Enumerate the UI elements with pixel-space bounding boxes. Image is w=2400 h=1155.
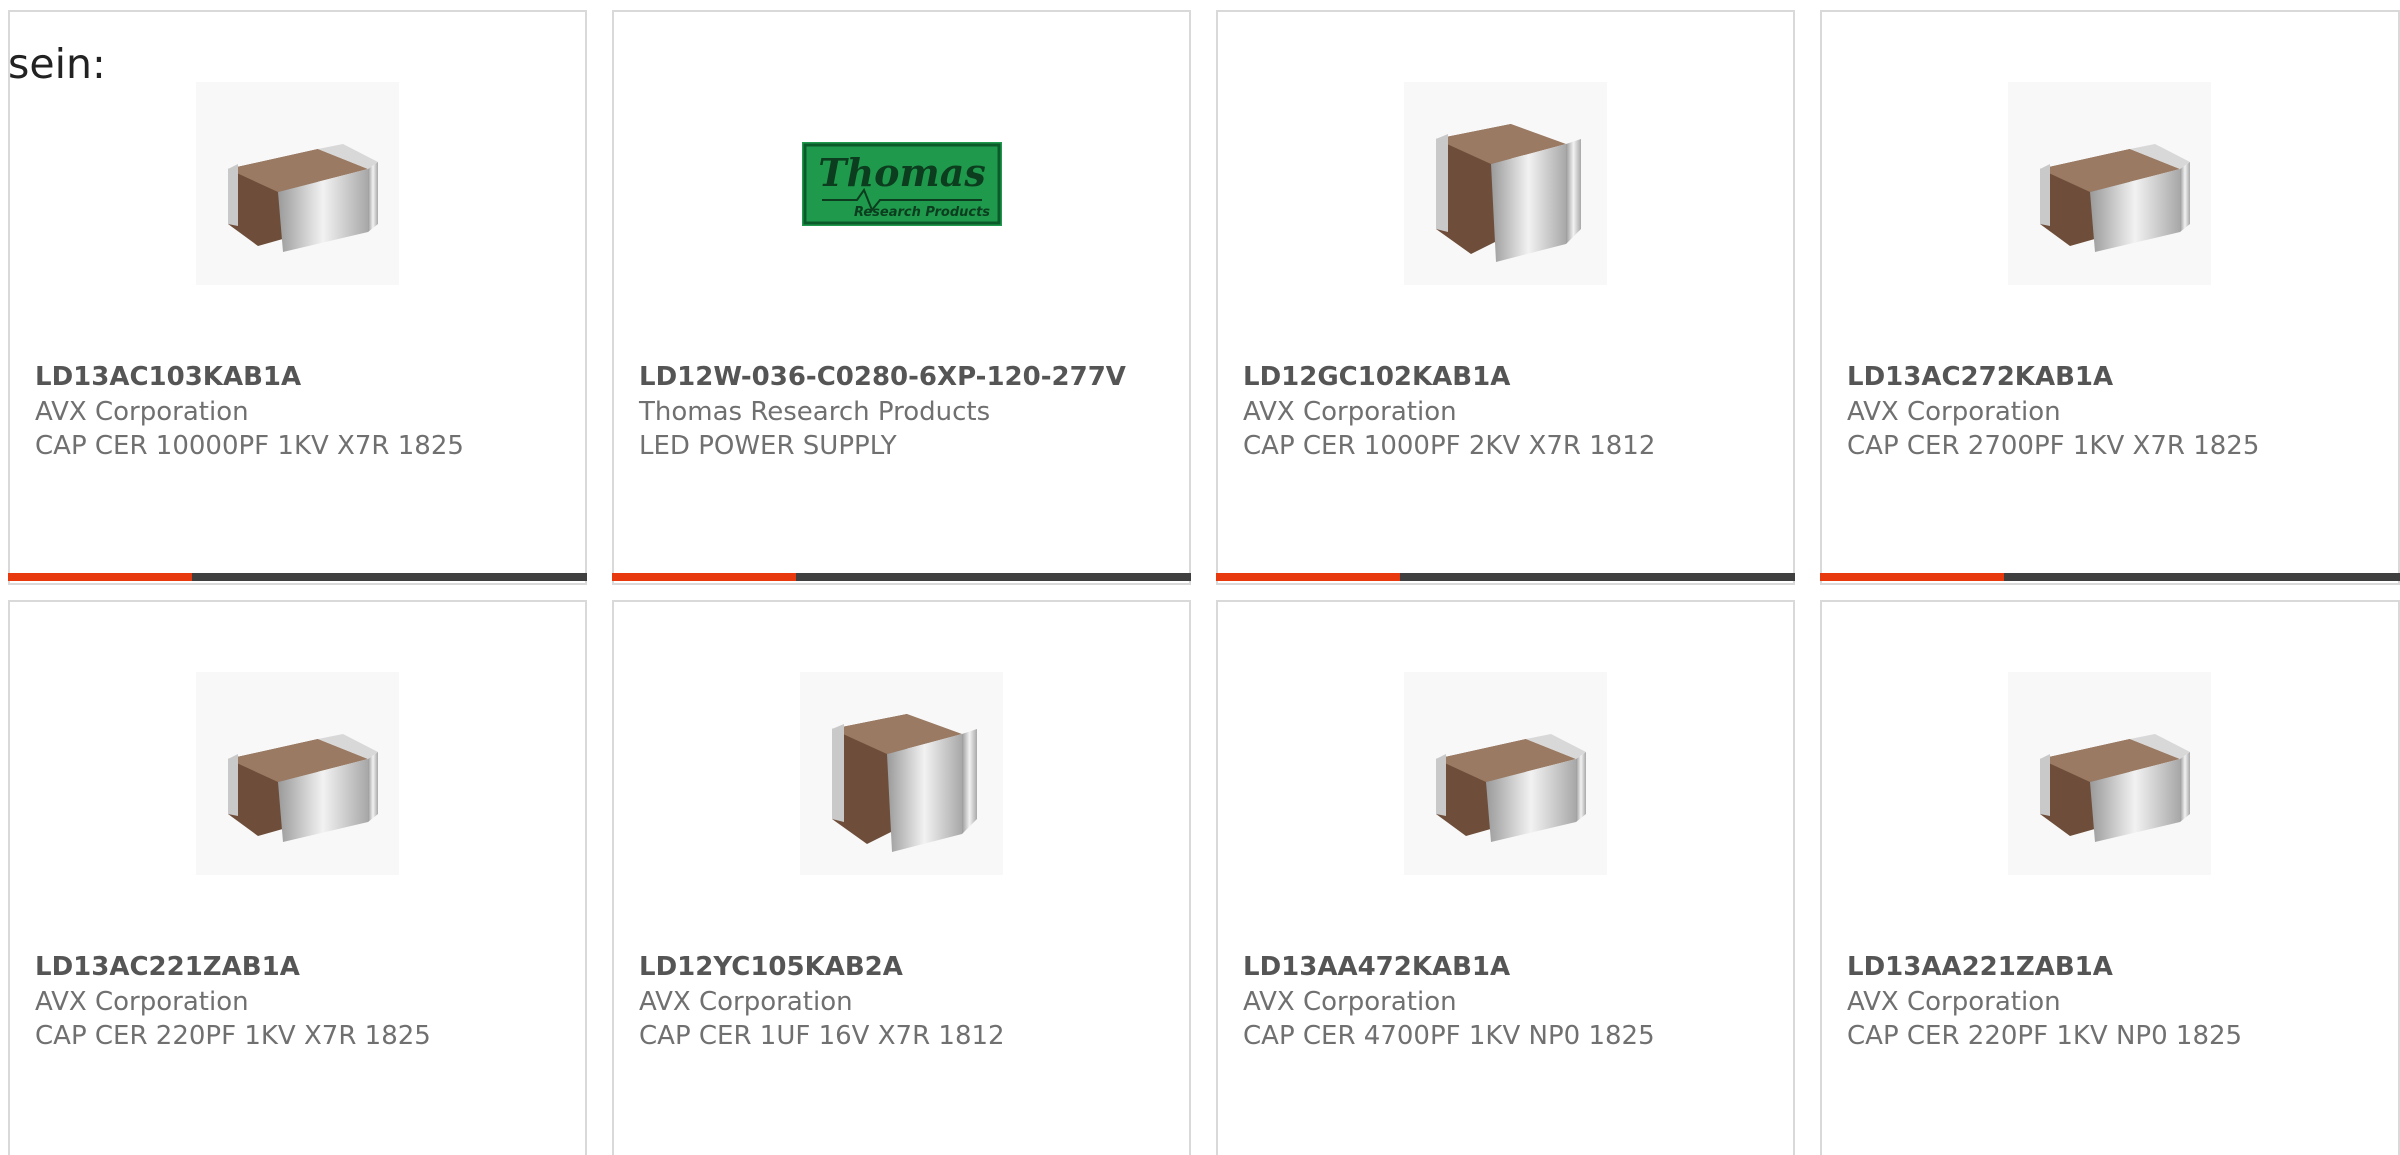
manufacturer: AVX Corporation — [1243, 987, 1457, 1017]
product-card[interactable]: Thomas Research Products LD12W-036-C0280… — [612, 10, 1191, 585]
product-image — [1404, 82, 1607, 285]
logo-subtext: Research Products — [853, 205, 989, 220]
part-number[interactable]: LD13AA472KAB1A — [1243, 950, 1783, 985]
description: CAP CER 220PF 1KV X7R 1825 — [35, 1021, 431, 1051]
capacitor-icon — [1435, 123, 1581, 262]
card-bar — [8, 573, 587, 581]
description: CAP CER 2700PF 1KV X7R 1825 — [1847, 431, 2260, 461]
product-image: Thomas Research Products — [800, 82, 1003, 285]
manufacturer: AVX Corporation — [1847, 397, 2061, 427]
card-bar — [612, 573, 1191, 581]
capacitor-icon — [2039, 733, 2190, 842]
product-image — [1404, 672, 1607, 875]
manufacturer: AVX Corporation — [639, 987, 853, 1017]
description: CAP CER 220PF 1KV NP0 1825 — [1847, 1021, 2243, 1051]
part-number[interactable]: LD13AC103KAB1A — [35, 360, 575, 395]
product-image — [2008, 672, 2211, 875]
capacitor-icon — [831, 713, 977, 852]
card-bar-accent — [8, 573, 192, 581]
product-image — [800, 672, 1003, 875]
manufacturer: AVX Corporation — [35, 397, 249, 427]
part-number[interactable]: LD13AA221ZAB1A — [1847, 950, 2388, 985]
capacitor-icon — [2039, 143, 2190, 252]
logo-text: Thomas — [818, 150, 985, 195]
product-grid-page: sein: LD13AC103KAB1A AVX Corporation CAP… — [0, 0, 2400, 1155]
capacitor-icon — [227, 733, 378, 842]
product-image — [196, 82, 399, 285]
part-number[interactable]: LD13AC221ZAB1A — [35, 950, 575, 985]
description: CAP CER 1000PF 2KV X7R 1812 — [1243, 431, 1656, 461]
capacitor-icon — [227, 143, 378, 252]
card-bar — [1820, 573, 2400, 581]
card-bar-accent — [1216, 573, 1400, 581]
manufacturer: AVX Corporation — [35, 987, 249, 1017]
product-card[interactable]: LD13AC221ZAB1A AVX Corporation CAP CER 2… — [8, 600, 587, 1155]
product-card[interactable]: LD12GC102KAB1A AVX Corporation CAP CER 1… — [1216, 10, 1795, 585]
description: CAP CER 1UF 16V X7R 1812 — [639, 1021, 1005, 1051]
part-number[interactable]: LD13AC272KAB1A — [1847, 360, 2388, 395]
product-image — [196, 672, 399, 875]
card-bar-accent — [1820, 573, 2004, 581]
capacitor-icon — [1435, 733, 1586, 842]
description: CAP CER 10000PF 1KV X7R 1825 — [35, 431, 464, 461]
product-card[interactable]: LD13AA221ZAB1A AVX Corporation CAP CER 2… — [1820, 600, 2400, 1155]
part-number[interactable]: LD12YC105KAB2A — [639, 950, 1179, 985]
product-card[interactable]: LD13AA472KAB1A AVX Corporation CAP CER 4… — [1216, 600, 1795, 1155]
manufacturer: Thomas Research Products — [639, 397, 991, 427]
product-image — [2008, 82, 2211, 285]
product-card[interactable]: LD12YC105KAB2A AVX Corporation CAP CER 1… — [612, 600, 1191, 1155]
thomas-logo: Thomas Research Products — [801, 141, 1002, 226]
intro-text: sein: — [8, 40, 106, 88]
description: LED POWER SUPPLY — [639, 431, 897, 461]
card-bar-accent — [612, 573, 796, 581]
manufacturer: AVX Corporation — [1847, 987, 2061, 1017]
product-card[interactable]: LD13AC103KAB1A AVX Corporation CAP CER 1… — [8, 10, 587, 585]
product-card[interactable]: LD13AC272KAB1A AVX Corporation CAP CER 2… — [1820, 10, 2400, 585]
card-bar — [1216, 573, 1795, 581]
manufacturer: AVX Corporation — [1243, 397, 1457, 427]
part-number[interactable]: LD12W-036-C0280-6XP-120-277V — [639, 360, 1179, 395]
part-number[interactable]: LD12GC102KAB1A — [1243, 360, 1783, 395]
description: CAP CER 4700PF 1KV NP0 1825 — [1243, 1021, 1655, 1051]
